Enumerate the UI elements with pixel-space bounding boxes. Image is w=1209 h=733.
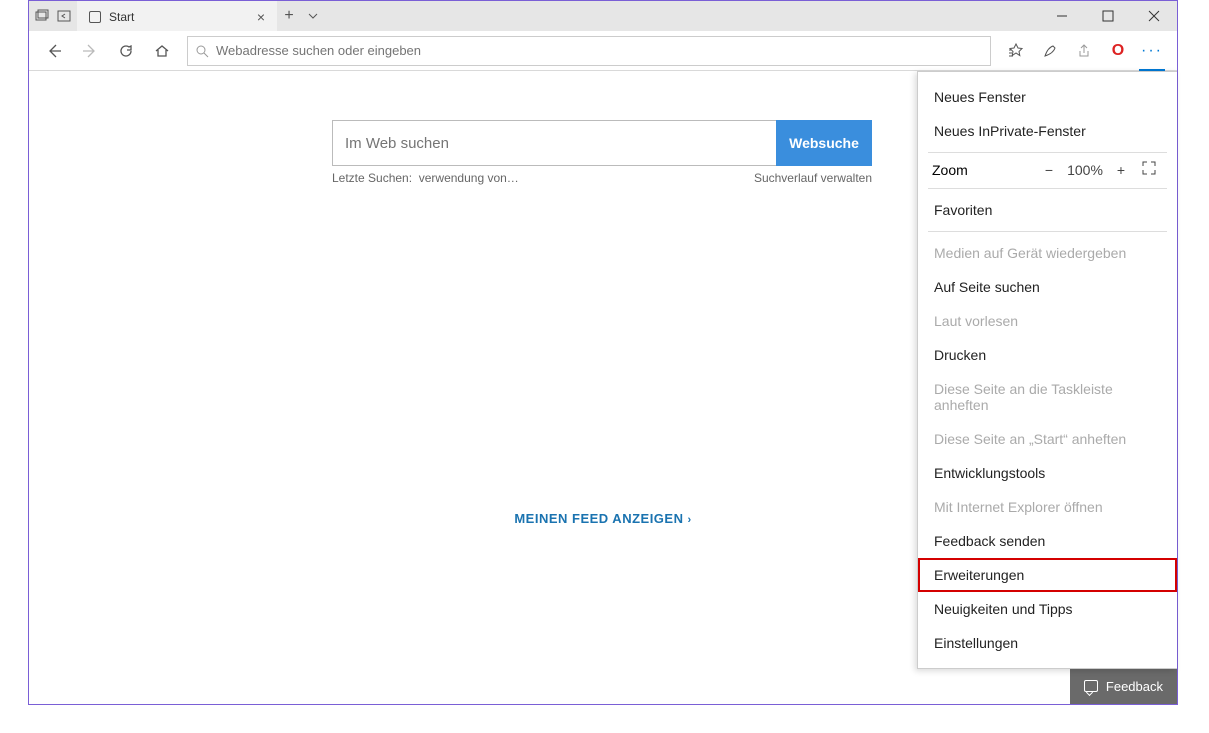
navbar: O ···: [29, 31, 1177, 71]
address-bar[interactable]: [187, 36, 991, 66]
refresh-button[interactable]: [109, 34, 143, 68]
last-searches-label: Letzte Suchen:: [332, 171, 412, 185]
menu-zoom-row: Zoom − 100% +: [918, 157, 1177, 184]
menu-pin-taskbar: Diese Seite an die Taskleiste anheften: [918, 372, 1177, 422]
menu-find[interactable]: Auf Seite suchen: [918, 270, 1177, 304]
more-menu: Neues Fenster Neues InPrivate-Fenster Zo…: [917, 71, 1177, 669]
menu-print[interactable]: Drucken: [918, 338, 1177, 372]
zoom-label: Zoom: [932, 162, 1035, 178]
menu-cast: Medien auf Gerät wiedergeben: [918, 236, 1177, 270]
zoom-in-button[interactable]: +: [1107, 162, 1135, 178]
more-menu-button[interactable]: ···: [1135, 34, 1169, 68]
menu-open-ie: Mit Internet Explorer öffnen: [918, 490, 1177, 524]
back-button[interactable]: [37, 34, 71, 68]
menu-read-aloud: Laut vorlesen: [918, 304, 1177, 338]
titlebar: Start × +: [29, 1, 1177, 31]
menu-pin-start: Diese Seite an „Start“ anheften: [918, 422, 1177, 456]
menu-favorites[interactable]: Favoriten: [918, 193, 1177, 227]
menu-extensions[interactable]: Erweiterungen: [918, 558, 1177, 592]
tab-tools: [29, 1, 77, 31]
menu-new-window[interactable]: Neues Fenster: [918, 80, 1177, 114]
minimize-button[interactable]: [1039, 1, 1085, 31]
forward-button[interactable]: [73, 34, 107, 68]
notes-button[interactable]: [1033, 34, 1067, 68]
chevron-right-icon: ›: [687, 514, 691, 526]
feedback-button[interactable]: Feedback: [1070, 668, 1177, 704]
browser-tab[interactable]: Start ×: [77, 1, 277, 31]
menu-separator: [928, 188, 1167, 189]
fullscreen-button[interactable]: [1135, 161, 1163, 178]
menu-devtools[interactable]: Entwicklungstools: [918, 456, 1177, 490]
menu-news-tips[interactable]: Neuigkeiten und Tipps: [918, 592, 1177, 626]
web-search-button[interactable]: Websuche: [776, 120, 872, 166]
menu-send-feedback[interactable]: Feedback senden: [918, 524, 1177, 558]
tabs-aside-icon[interactable]: [35, 9, 49, 23]
feedback-icon: [1084, 680, 1098, 692]
search-icon: [188, 44, 216, 58]
menu-new-inprivate[interactable]: Neues InPrivate-Fenster: [918, 114, 1177, 148]
menu-settings[interactable]: Einstellungen: [918, 626, 1177, 660]
manage-history-link[interactable]: Suchverlauf verwalten: [754, 171, 872, 185]
web-search-box: Websuche: [332, 120, 872, 166]
tab-favicon: [89, 11, 101, 23]
share-button[interactable]: [1067, 34, 1101, 68]
address-input[interactable]: [216, 37, 990, 65]
opera-extension-icon[interactable]: O: [1101, 34, 1135, 68]
zoom-value: 100%: [1063, 162, 1107, 178]
web-search-input[interactable]: [332, 120, 776, 166]
close-window-button[interactable]: [1131, 1, 1177, 31]
favorites-hub-button[interactable]: [999, 34, 1033, 68]
last-search-link[interactable]: verwendung von…: [419, 171, 519, 185]
tab-title: Start: [109, 10, 249, 24]
zoom-out-button[interactable]: −: [1035, 162, 1063, 178]
browser-window: Start × + O ···: [28, 0, 1178, 705]
menu-separator: [928, 231, 1167, 232]
close-tab-icon[interactable]: ×: [257, 9, 265, 25]
window-controls: [1039, 1, 1177, 31]
set-aside-icon[interactable]: [57, 9, 71, 23]
maximize-button[interactable]: [1085, 1, 1131, 31]
home-button[interactable]: [145, 34, 179, 68]
search-meta: Letzte Suchen: verwendung von… Suchverla…: [332, 171, 872, 185]
tabs-chevron-icon[interactable]: [301, 1, 325, 31]
menu-separator: [928, 152, 1167, 153]
new-tab-button[interactable]: +: [277, 1, 301, 31]
